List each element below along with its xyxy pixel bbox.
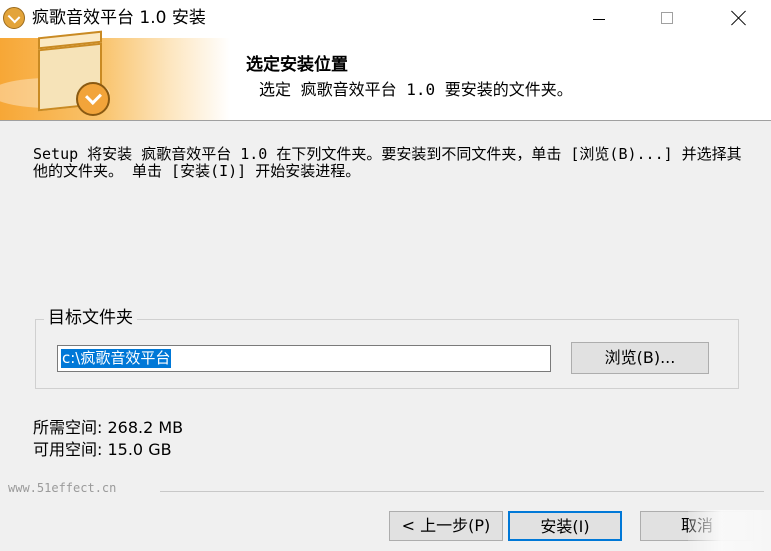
space-required: 所需空间: 268.2 MB — [33, 418, 184, 437]
back-button[interactable]: < 上一步(P) — [389, 511, 503, 541]
destination-path-value: c:\疯歌音效平台 — [61, 349, 172, 368]
wizard-header: 选定安装位置 选定 疯歌音效平台 1.0 要安装的文件夹。 — [0, 38, 771, 121]
branding-text: www.51effect.cn — [8, 481, 117, 495]
window-title: 疯歌音效平台 1.0 安装 — [32, 8, 206, 28]
installer-app-icon[interactable] — [3, 7, 25, 29]
watermark-blur — [688, 510, 771, 551]
maximize-button[interactable] — [636, 0, 700, 38]
install-button[interactable]: 安装(I) — [508, 511, 622, 541]
page-title: 选定安装位置 — [246, 55, 348, 75]
header-banner — [0, 38, 230, 120]
close-button[interactable] — [707, 0, 771, 38]
minimize-button[interactable] — [567, 0, 631, 38]
space-available: 可用空间: 15.0 GB — [33, 440, 172, 459]
browse-button[interactable]: 浏览(B)... — [571, 342, 709, 374]
download-arrow-icon — [76, 82, 110, 116]
destination-path-input[interactable]: c:\疯歌音效平台 — [57, 345, 551, 372]
page-subtitle: 选定 疯歌音效平台 1.0 要安装的文件夹。 — [259, 80, 573, 99]
footer-divider — [160, 491, 764, 492]
destination-group-label: 目标文件夹 — [44, 308, 137, 328]
title-bar: 疯歌音效平台 1.0 安装 — [0, 0, 771, 38]
install-description: Setup 将安装 疯歌音效平台 1.0 在下列文件夹。要安装到不同文件夹，单击… — [33, 145, 742, 180]
